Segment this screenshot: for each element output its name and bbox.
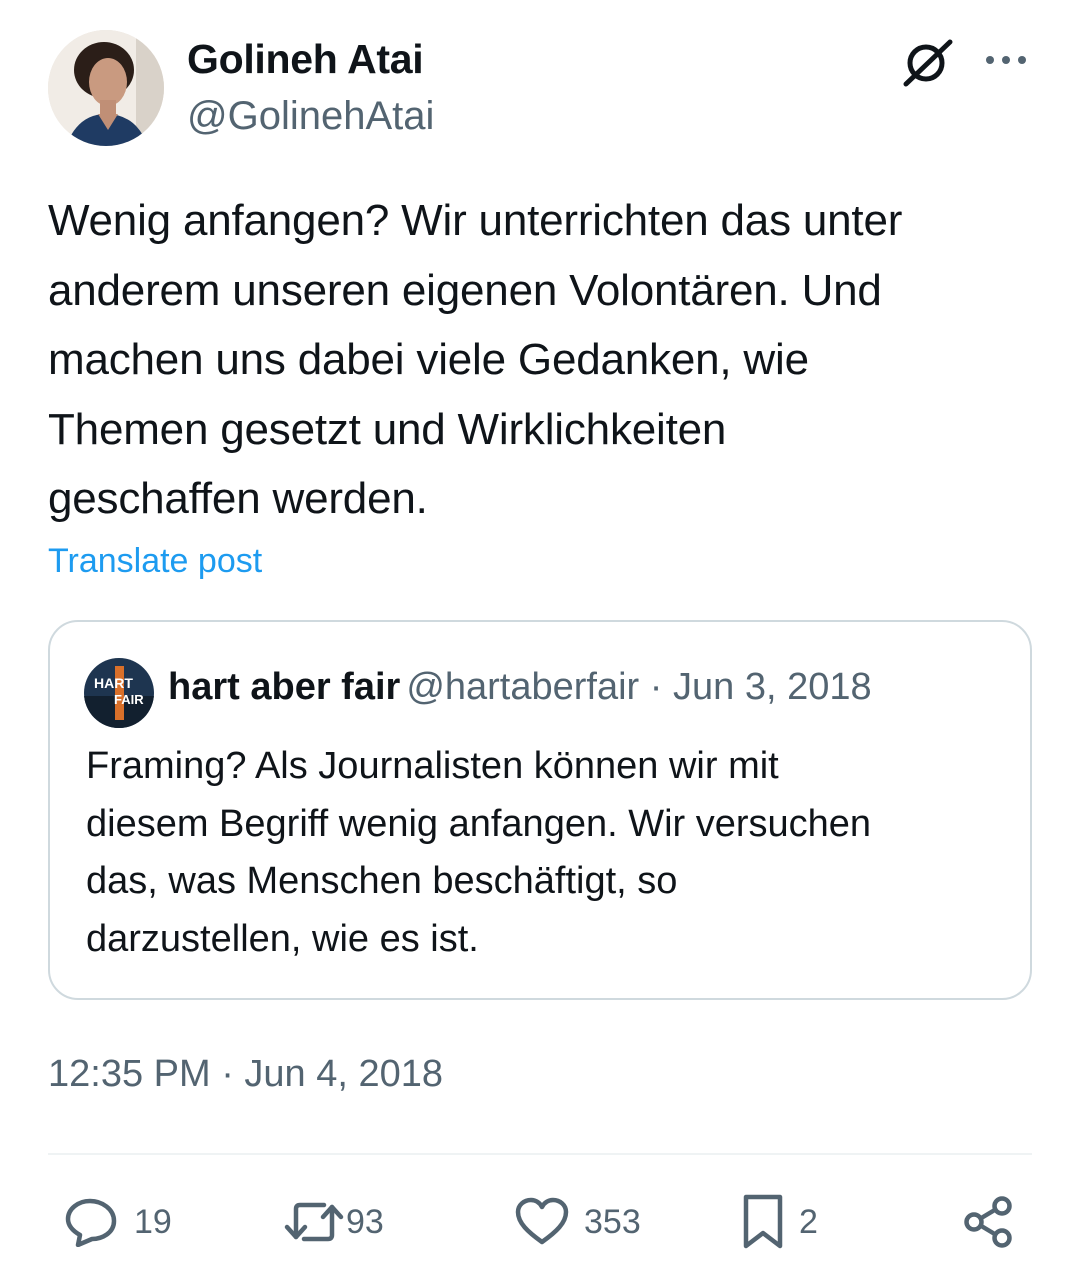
bookmark-icon [743,1194,783,1249]
reply-icon [65,1198,117,1247]
quoted-author-avatar[interactable]: HART FAIR [84,658,154,728]
translate-post-link[interactable]: Translate post [48,542,262,581]
repost-button[interactable]: 93 [284,1192,384,1252]
quoted-logo-text-top: HART [94,675,133,691]
reply-button[interactable]: 19 [64,1192,172,1252]
share-icon [964,1196,1012,1248]
author-display-name[interactable]: Golineh Atai [187,36,424,83]
repost-icon [284,1202,344,1242]
heart-icon [515,1197,569,1245]
quoted-logo-text-bottom: FAIR [114,692,144,707]
like-button[interactable]: 353 [514,1192,641,1252]
grok-icon[interactable] [900,36,956,88]
quoted-author-handle[interactable]: @hartaberfair [406,666,639,708]
quoted-tweet-text: Framing? Als Journalisten können wir mit… [86,745,872,960]
reply-count: 19 [134,1202,172,1241]
bookmark-button[interactable]: 2 [741,1192,818,1252]
tweet-text: Wenig anfangen? Wir unterrichten das unt… [48,196,903,523]
repost-count: 93 [346,1202,384,1241]
tweet-timestamp[interactable]: 12:35 PM · Jun 4, 2018 [48,1053,443,1096]
quoted-tweet-date: · Jun 3, 2018 [639,666,872,708]
quoted-tweet-header: hart aber fair @hartaberfair · Jun 3, 201… [168,666,872,709]
like-count: 353 [584,1202,641,1241]
quoted-tweet-card[interactable]: HART FAIR hart aber fair @hartaberfair · … [48,620,1032,1000]
share-button[interactable] [962,1192,1016,1252]
author-avatar[interactable] [48,30,164,146]
quoted-author-name[interactable]: hart aber fair [168,666,400,708]
more-options-icon[interactable] [982,48,1032,72]
divider [48,1153,1032,1155]
bookmark-count: 2 [799,1202,818,1241]
author-handle[interactable]: @GolinehAtai [187,94,434,139]
